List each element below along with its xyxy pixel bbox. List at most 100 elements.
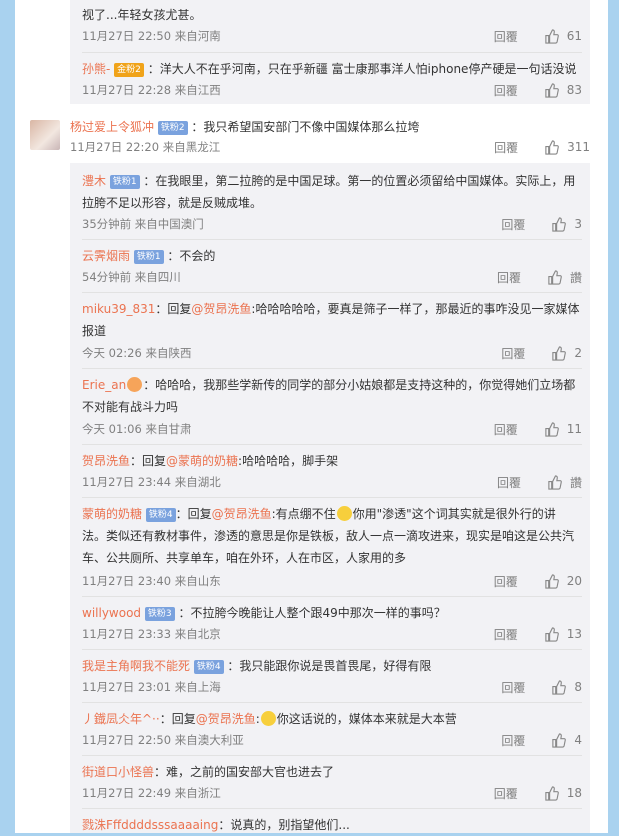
divider <box>82 755 582 756</box>
reply-button[interactable]: 回覆 <box>494 785 518 802</box>
comment-meta: 11月27日 22:49 来自浙江 回覆 18 <box>82 783 582 803</box>
user-name[interactable]: 丿鐡凨仌年^·· <box>82 712 160 726</box>
reply-button[interactable]: 回覆 <box>494 139 518 156</box>
like-button[interactable]: 讚 <box>547 269 582 286</box>
comment-meta: 11月27日 22:20 来自黑龙江 回覆 311 <box>70 137 590 157</box>
comment-meta: 11月27日 22:28 来自江西 回覆 83 <box>82 80 582 100</box>
reply-button[interactable]: 回覆 <box>494 421 518 438</box>
reply-button[interactable]: 回覆 <box>501 679 525 696</box>
reply-item: 街道口小怪兽：难，之前的国安部大官也进去了 <box>82 761 582 783</box>
like-button[interactable]: 4 <box>551 732 582 748</box>
thumbs-up-icon <box>545 139 559 155</box>
like-button[interactable]: 2 <box>551 345 582 361</box>
emoji-icon <box>260 711 276 726</box>
reply-button[interactable]: 回覆 <box>501 732 525 749</box>
comment-meta: 今天 01:06 来自甘肃 回覆 11 <box>82 419 582 439</box>
user-name[interactable]: Erie_an <box>82 378 126 392</box>
vip-icon <box>127 377 143 392</box>
like-button[interactable]: 13 <box>544 626 582 642</box>
reply-button[interactable]: 回覆 <box>494 28 518 45</box>
user-name[interactable]: 澧木 <box>82 174 106 188</box>
mention-link[interactable]: @贺昂洗鱼 <box>191 302 251 316</box>
reply-button[interactable]: 回覆 <box>497 474 521 491</box>
reply-text: :有点绷不住 <box>271 507 336 521</box>
thumbs-up-icon <box>552 216 567 232</box>
reply-button[interactable]: 回覆 <box>494 82 518 99</box>
like-count: 讚 <box>569 475 582 490</box>
like-count: 13 <box>566 627 582 641</box>
reply-text: 车、公共厕所、共享单车，咱在外环，人在市区，人家用的多 <box>82 551 407 565</box>
like-button[interactable]: 20 <box>544 573 582 589</box>
like-button[interactable]: 83 <box>544 82 582 98</box>
reply-item: 蒙萌的奶糖 铁粉4 ：回复@贺昂洗鱼:有点绷不住 你用"渗透"这个词其实就是很外行的… <box>82 503 582 569</box>
divider <box>82 702 582 703</box>
comment-text: 视了...年轻女孩尤甚。 <box>82 8 202 22</box>
user-name[interactable]: miku39_831 <box>82 302 155 316</box>
reply-item: 贺昂洗鱼：回复@蒙萌的奶糖:哈哈哈哈，脚手架 <box>82 450 582 472</box>
reply-button[interactable]: 回覆 <box>497 269 521 286</box>
comment-meta: 11月27日 23:44 来自湖北 回覆 讚 <box>82 472 582 492</box>
comment-meta: 11月27日 23:40 来自山东 回覆 20 <box>82 571 582 591</box>
comment-meta: 35分钟前 来自中国澳门 回覆 3 <box>82 214 582 234</box>
like-count: 61 <box>566 29 582 43</box>
main-comment: 杨过爱上令狐冲 铁粉2 ：我只希望国安部门不像中国媒体那么拉垮 <box>70 116 590 138</box>
comment-meta: 11月27日 22:50 来自澳大利亚 回覆 4 <box>82 730 582 750</box>
reply-text: 不对能有战斗力吗 <box>82 400 179 414</box>
like-button[interactable]: 11 <box>544 421 582 437</box>
avatar[interactable] <box>30 120 60 150</box>
fan-badge: 铁粉4 <box>145 508 176 522</box>
like-count: 4 <box>574 733 582 747</box>
reply-button[interactable]: 回覆 <box>494 626 518 643</box>
reply-item: 澧木 铁粉1 ：在我眼里，第二拉胯的是中国足球。第一的位置必须留给中国媒体。实际… <box>82 170 582 214</box>
fan-badge: 铁粉1 <box>109 175 140 189</box>
reply-text: :哈哈哈哈，脚手架 <box>238 454 339 468</box>
mention-link[interactable]: @贺昂洗鱼 <box>196 712 256 726</box>
user-name[interactable]: 贺昂洗鱼 <box>82 454 130 468</box>
mention-link[interactable]: @贺昂洗鱼 <box>212 507 272 521</box>
comment-text: ：我只希望国安部门不像中国媒体那么拉垮 <box>191 120 420 134</box>
reply-text: 拉胯不足以形容，就是反贼成堆。 <box>82 196 263 210</box>
reply-button[interactable]: 回覆 <box>501 345 525 362</box>
user-name[interactable]: 云霁烟雨 <box>82 249 130 263</box>
user-name[interactable]: 孙熊- <box>82 62 110 76</box>
reply-text: ：回复 <box>159 712 196 726</box>
mention-link[interactable]: @蒙萌的奶糖 <box>166 454 238 468</box>
like-count: 讚 <box>569 270 582 285</box>
reply-text: 法。类似还有教材事件，渗透的意思是你是铁板，敌人一点一滴攻进来，现实是咱这是公共… <box>82 529 575 543</box>
thumbs-up-icon <box>548 474 562 490</box>
like-button[interactable]: 61 <box>544 28 582 44</box>
user-name[interactable]: willywood <box>82 606 141 620</box>
like-button[interactable]: 8 <box>551 679 582 695</box>
comment-meta: 11月27日 23:33 来自北京 回覆 13 <box>82 624 582 644</box>
reply-item: willywood 铁粉3 ：不拉胯今晚能让人整个跟49中那次一样的事吗？ <box>82 602 582 624</box>
thumbs-up-icon <box>545 573 559 589</box>
reply-button[interactable]: 回覆 <box>501 216 525 233</box>
divider <box>82 497 582 498</box>
user-name[interactable]: 戮洙Fffddddsssaaaaing <box>82 818 218 832</box>
user-name[interactable]: 我是主角啊我不能死 <box>82 659 190 673</box>
reply-button[interactable]: 回覆 <box>494 573 518 590</box>
like-button[interactable]: 311 <box>544 139 590 155</box>
fan-badge: 金粉2 <box>114 63 144 77</box>
reply-text: ：不拉胯今晚能让人整个跟49中那次一样的事吗？ <box>178 606 446 620</box>
reply-text: ：在我眼里，第二拉胯的是中国足球。第一的位置必须留给中国媒体。实际上，用 <box>143 174 576 188</box>
user-name[interactable]: 街道口小怪兽 <box>82 765 154 779</box>
like-count: 8 <box>574 680 582 694</box>
user-name[interactable]: 蒙萌的奶糖 <box>82 507 142 521</box>
comment-meta: 54分钟前 来自四川 回覆 讚 <box>82 267 582 287</box>
like-count: 83 <box>566 83 582 97</box>
reply-item: 丿鐡凨仌年^··：回复@贺昂洗鱼: 你这话说的，媒体本来就是大本营 <box>82 708 582 730</box>
like-button[interactable]: 3 <box>551 216 582 232</box>
like-button[interactable]: 讚 <box>547 474 582 491</box>
thumbs-up-icon <box>545 28 559 44</box>
user-name[interactable]: 杨过爱上令狐冲 <box>70 120 154 134</box>
reply-text: ：回复 <box>155 302 192 316</box>
reply-text: ：回复 <box>175 507 212 521</box>
comment-item: 孙熊- 金粉2 ：洋大人不在乎河南，只在乎新疆 富士康那事洋人怕iphone停产… <box>82 58 582 80</box>
reply-text: 报道 <box>82 324 107 338</box>
reply-text: ：回复 <box>130 454 167 468</box>
fan-badge: 铁粉4 <box>193 660 224 674</box>
emoji-icon <box>336 506 352 521</box>
reply-item: Erie_an ：哈哈哈，我那些学新传的同学的部分小姑娘都是支持这种的，你觉得她们… <box>82 374 582 418</box>
like-button[interactable]: 18 <box>544 785 582 801</box>
